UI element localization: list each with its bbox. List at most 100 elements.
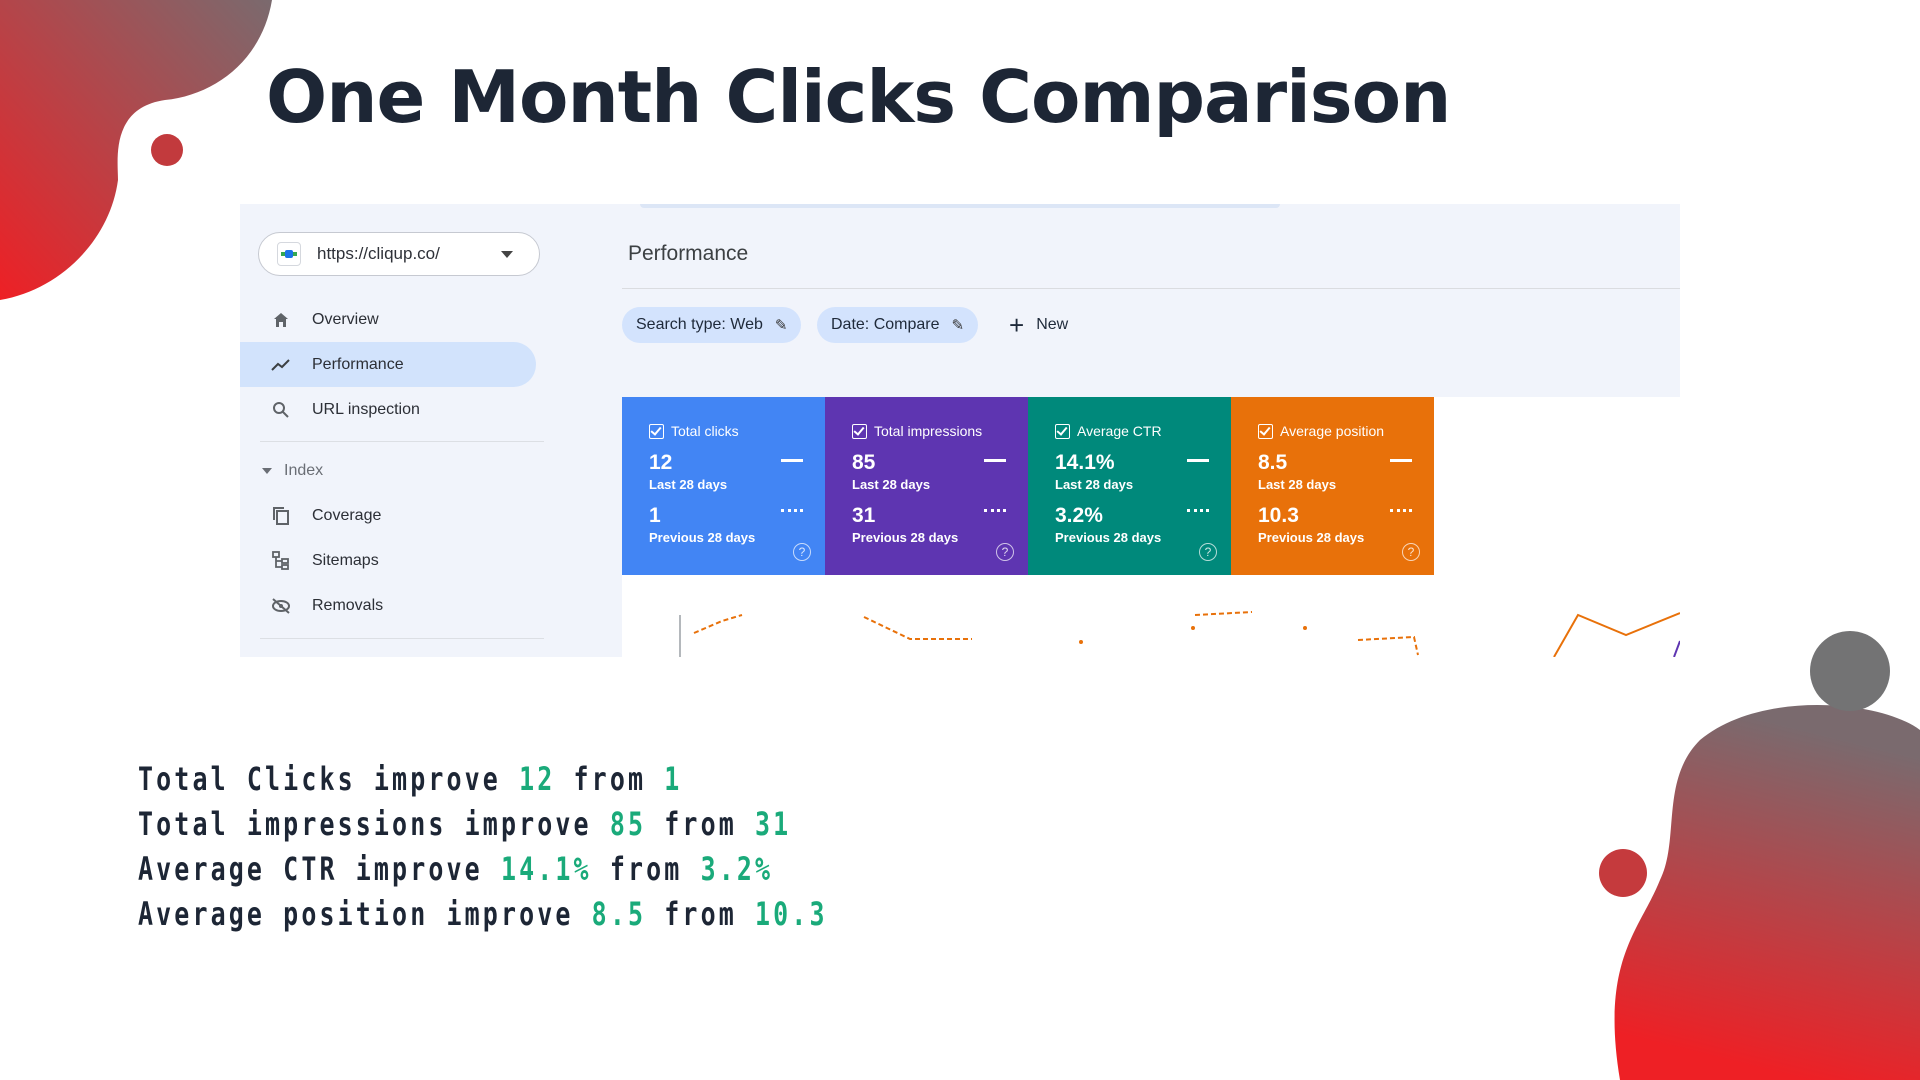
- summary-previous-value: 10.3: [755, 895, 828, 933]
- trending-up-icon: [270, 354, 292, 376]
- property-selector[interactable]: https://cliqup.co/: [258, 232, 540, 276]
- new-label: New: [1036, 316, 1069, 333]
- new-filter-button[interactable]: + New: [1009, 307, 1068, 343]
- summary-current-value: 85: [609, 805, 647, 843]
- sidebar-item-performance[interactable]: Performance: [240, 342, 536, 387]
- sidebar-item-url-inspection[interactable]: URL inspection: [240, 387, 536, 432]
- previous-period-point: [1303, 626, 1307, 630]
- summary-previous-value: 3.2%: [700, 850, 774, 888]
- solid-line-legend-icon: [1390, 459, 1412, 462]
- checkbox-icon[interactable]: [649, 423, 664, 439]
- sidebar-item-label: Sitemaps: [312, 551, 379, 569]
- filter-chip-date[interactable]: Date: Compare ✎: [817, 307, 979, 343]
- blob-bottom-right: [1614, 705, 1920, 1080]
- performance-chart-fragment: [679, 611, 1680, 657]
- chip-label: Search type: Web: [636, 316, 763, 333]
- metric-card-total-impressions[interactable]: Total impressions 85 Last 28 days 31 Pre…: [825, 397, 1028, 575]
- summary-line-position: Average position improve 8.5 from 10.3: [138, 892, 828, 937]
- sitemap-icon: [270, 550, 292, 572]
- metric-previous-value: 31: [852, 504, 876, 527]
- summary-line-ctr: Average CTR improve 14.1% from 3.2%: [138, 847, 828, 892]
- page-title: Performance: [628, 242, 749, 265]
- metric-current-value: 85: [852, 451, 876, 474]
- chip-label: Date: Compare: [831, 316, 940, 333]
- visibility-off-icon: [270, 595, 292, 617]
- sidebar-item-overview[interactable]: Overview: [240, 297, 536, 342]
- metric-label: Total clicks: [671, 423, 739, 439]
- checkbox-icon[interactable]: [1258, 423, 1273, 439]
- metric-current-period: Last 28 days: [852, 477, 931, 492]
- summary-current-value: 12: [519, 760, 556, 798]
- edit-icon: ✎: [951, 317, 965, 334]
- help-icon[interactable]: ?: [793, 543, 811, 561]
- metric-card-total-clicks[interactable]: Total clicks 12 Last 28 days 1 Previous …: [622, 397, 825, 575]
- sidebar-item-label: Performance: [312, 355, 404, 373]
- metric-current-period: Last 28 days: [1055, 477, 1134, 492]
- site-favicon-icon: [277, 242, 301, 266]
- metric-card-average-position[interactable]: Average position 8.5 Last 28 days 10.3 P…: [1231, 397, 1434, 575]
- dot-top-left: [151, 134, 183, 166]
- previous-period-line: [1194, 611, 1253, 616]
- sidebar-item-coverage[interactable]: Coverage: [240, 493, 536, 538]
- previous-period-point: [1079, 640, 1083, 644]
- property-url: https://cliqup.co/: [317, 244, 440, 263]
- search-icon: [270, 399, 292, 421]
- checkbox-icon[interactable]: [1055, 423, 1070, 439]
- metric-label: Average position: [1280, 423, 1385, 439]
- sidebar-divider: [260, 638, 544, 639]
- previous-period-line: [1357, 635, 1419, 656]
- summary-text: Total Clicks improve 12 from 1 Total imp…: [138, 757, 828, 937]
- summary-previous-value: 1: [664, 760, 683, 798]
- home-icon: [270, 309, 292, 331]
- slide-title: One Month Clicks Comparison: [266, 55, 1451, 139]
- previous-period-line: [693, 614, 743, 634]
- search-console-screenshot: https://cliqup.co/ Overview Performance …: [240, 204, 1680, 657]
- summary-line-clicks: Total Clicks improve 12 from 1: [138, 757, 828, 802]
- summary-connector: from: [609, 850, 683, 888]
- sidebar-item-label: URL inspection: [312, 400, 420, 418]
- summary-label: Total Clicks improve: [138, 760, 501, 798]
- metric-label: Total impressions: [874, 423, 983, 439]
- help-icon[interactable]: ?: [1199, 543, 1217, 561]
- section-label: Index: [284, 462, 324, 479]
- checkbox-icon[interactable]: [852, 423, 867, 439]
- edit-icon: ✎: [774, 317, 788, 334]
- sidebar-section-index[interactable]: Index: [262, 462, 323, 480]
- dot-gray-bottom-right: [1810, 631, 1890, 711]
- summary-label: Total impressions improve: [138, 805, 592, 843]
- sidebar-item-label: Coverage: [312, 506, 382, 524]
- metric-previous-value: 1: [649, 504, 661, 527]
- sidebar: https://cliqup.co/ Overview Performance …: [240, 204, 622, 657]
- summary-connector: from: [664, 805, 737, 843]
- sidebar-item-label: Overview: [312, 310, 379, 328]
- chevron-down-icon[interactable]: [501, 251, 513, 258]
- dashed-line-legend-icon: [781, 509, 803, 512]
- help-icon[interactable]: ?: [996, 543, 1014, 561]
- sidebar-item-sitemaps[interactable]: Sitemaps: [240, 538, 536, 583]
- main-content: Performance Search type: Web ✎ Date: Com…: [622, 204, 1680, 657]
- help-icon[interactable]: ?: [1402, 543, 1420, 561]
- summary-line-impressions: Total impressions improve 85 from 31: [138, 802, 828, 847]
- dashed-line-legend-icon: [1390, 509, 1412, 512]
- sidebar-item-label: Removals: [312, 596, 384, 614]
- metric-label: Average CTR: [1077, 423, 1162, 439]
- sidebar-divider: [260, 441, 544, 442]
- sidebar-item-removals[interactable]: Removals: [240, 583, 536, 628]
- plus-icon: +: [1009, 310, 1025, 340]
- filter-chip-search-type[interactable]: Search type: Web ✎: [622, 307, 802, 343]
- summary-connector: from: [573, 760, 647, 798]
- metric-current-period: Last 28 days: [649, 477, 728, 492]
- solid-line-legend-icon: [1187, 459, 1209, 462]
- dot-red-bottom-right: [1599, 849, 1647, 897]
- summary-connector: from: [664, 895, 737, 933]
- previous-period-line: [863, 616, 972, 640]
- top-bar-edge: [640, 204, 1280, 208]
- summary-current-value: 8.5: [591, 895, 647, 933]
- blob-top-left: [0, 0, 272, 300]
- solid-line-legend-icon: [781, 459, 803, 462]
- metric-current-period: Last 28 days: [1258, 477, 1337, 492]
- metric-card-average-ctr[interactable]: Average CTR 14.1% Last 28 days 3.2% Prev…: [1028, 397, 1231, 575]
- previous-period-point: [1191, 626, 1195, 630]
- summary-current-value: 14.1%: [500, 850, 592, 888]
- coverage-icon: [270, 505, 292, 527]
